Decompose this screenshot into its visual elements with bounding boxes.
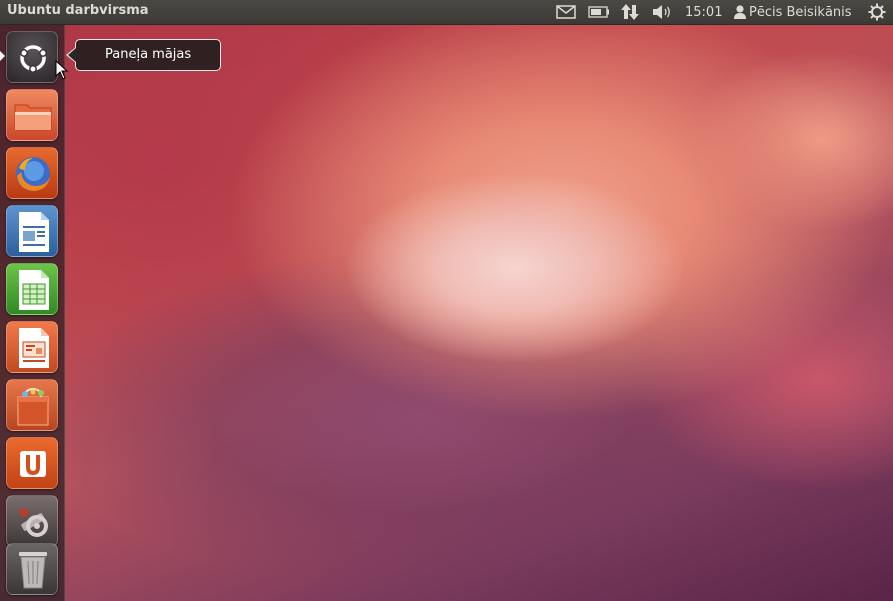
launcher-dash-home[interactable] [6,31,58,83]
settings-icon [19,508,48,537]
clock[interactable]: 15:01 [685,0,722,24]
trash-icon [19,552,47,589]
user-name[interactable]: Pēcis Beisikānis [749,0,852,24]
launcher-tooltip: Paneļa mājas [75,39,221,71]
window-title: Ubuntu darbvirsma [7,3,149,18]
desktop-wallpaper [0,0,893,601]
launcher-system-settings[interactable] [6,495,58,547]
launcher-libreoffice-writer[interactable] [6,205,58,257]
user-icon[interactable] [733,0,747,24]
top-panel: Ubuntu darbvirsma 15:01 Pēcis Beisikānis [0,0,893,25]
launcher-home-folder[interactable] [6,89,58,141]
ubuntu-one-icon [20,451,46,477]
shopping-bag-icon [17,387,49,426]
battery-icon[interactable] [588,0,610,24]
launcher-libreoffice-calc[interactable] [6,263,58,315]
tooltip-arrow-inner [68,48,76,62]
active-pip-indicator [0,51,5,61]
mouse-cursor-icon [55,60,69,80]
mail-icon[interactable] [556,0,576,24]
volume-icon[interactable] [651,0,673,24]
writer-icon [19,212,49,252]
launcher-trash[interactable] [6,543,58,595]
impress-icon [19,328,49,368]
launcher-ubuntu-one[interactable] [6,437,58,489]
calc-icon [19,270,49,310]
ubuntu-logo-icon [20,45,47,73]
launcher-libreoffice-impress[interactable] [6,321,58,373]
tooltip-label: Paneļa mājas [105,47,192,62]
launcher-software-center[interactable] [6,379,58,431]
session-gear-icon[interactable] [868,0,886,24]
firefox-icon [16,157,50,191]
folder-icon [14,104,52,131]
launcher-firefox[interactable] [6,147,58,199]
network-icon[interactable] [620,0,640,24]
